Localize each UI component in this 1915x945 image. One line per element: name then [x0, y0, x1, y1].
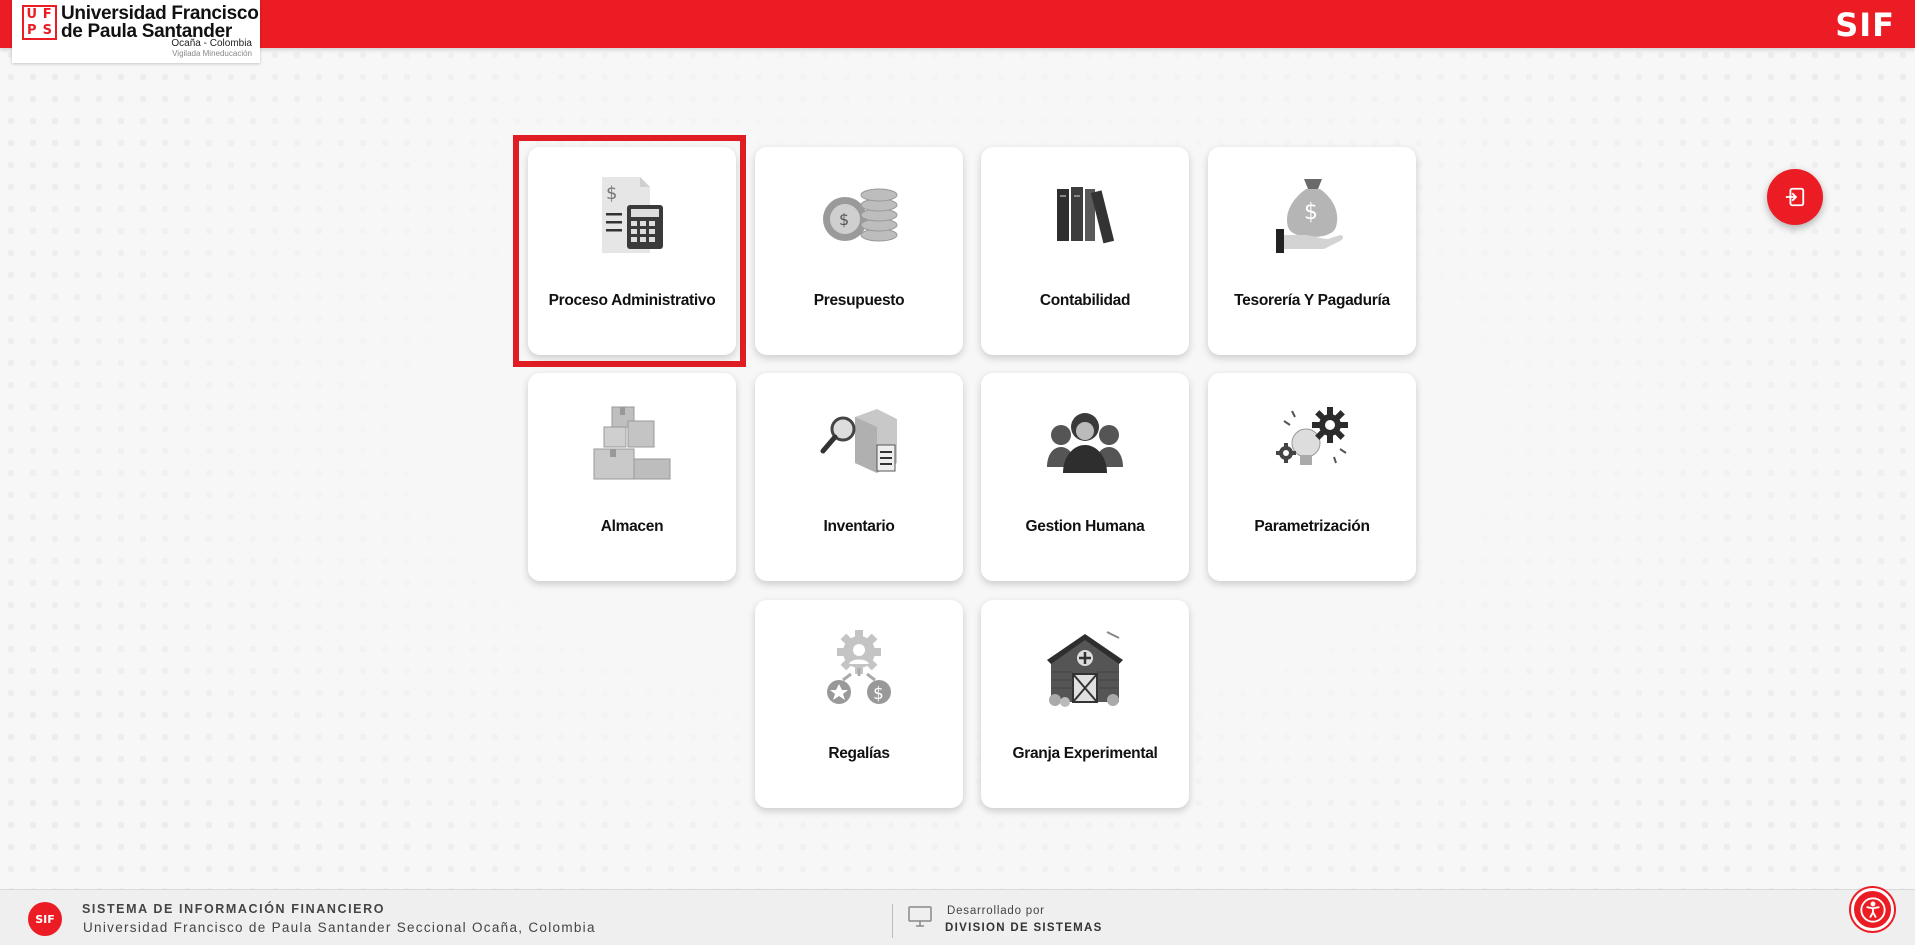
module-card-parametrizacion[interactable]: Parametrización: [1208, 373, 1416, 581]
calculator-document-icon: $: [602, 177, 663, 253]
university-logo[interactable]: U F P S Universidad Francisco de Paula S…: [12, 0, 260, 63]
module-card-contabilidad[interactable]: Contabilidad: [981, 147, 1189, 355]
module-label: Contabilidad: [1039, 292, 1131, 309]
monitor-icon: [908, 906, 932, 927]
module-card-gestion-humana[interactable]: Gestion Humana: [981, 373, 1189, 581]
footer-sif-logo: SIF: [28, 902, 62, 936]
svg-text:$: $: [839, 210, 849, 229]
module-card-almacen[interactable]: Almacen: [528, 373, 736, 581]
svg-text:$: $: [873, 684, 884, 704]
module-label: Tesorería Y Pagaduría: [1234, 292, 1390, 309]
ufps-logo-mark: U F P S: [22, 5, 57, 40]
gears-bulb-icon: [1276, 407, 1348, 465]
module-card-granja-experimental[interactable]: Granja Experimental: [981, 600, 1189, 808]
accessibility-button[interactable]: [1851, 888, 1894, 931]
module-label: Inventario: [823, 518, 895, 535]
top-bar: SIF: [0, 0, 1915, 48]
svg-text:$: $: [1304, 200, 1318, 225]
people-group-icon: [1047, 413, 1123, 473]
module-label: Granja Experimental: [1012, 745, 1158, 762]
books-icon: [1057, 187, 1115, 244]
inventory-search-icon: [820, 409, 897, 473]
module-label: Almacen: [600, 518, 664, 535]
module-label: Presupuesto: [813, 292, 905, 309]
logout-button[interactable]: [1767, 169, 1823, 225]
module-card-regalias[interactable]: $ Regalías: [755, 600, 963, 808]
footer-developed-by: Desarrollado por: [947, 905, 1045, 917]
logo-location: Ocaña - Colombia: [171, 38, 252, 49]
boxes-icon: [593, 406, 671, 480]
logout-icon: [1785, 187, 1805, 207]
footer-title: SISTEMA DE INFORMACIÓN FINANCIERO: [82, 902, 386, 916]
accessibility-icon: [1859, 896, 1886, 923]
footer: SIF SISTEMA DE INFORMACIÓN FINANCIERO Un…: [0, 889, 1915, 945]
module-label: Gestion Humana: [1025, 518, 1145, 535]
footer-divider: [892, 904, 893, 938]
logo-vigilada: Vigilada Mineducación: [172, 49, 252, 58]
gear-coin-icon: $: [827, 630, 891, 704]
app-brand: SIF: [1835, 6, 1895, 44]
module-label: Regalías: [828, 745, 890, 762]
money-bag-hand-icon: $: [1276, 179, 1343, 253]
footer-developer: DIVISION DE SISTEMAS: [945, 922, 1103, 934]
coins-icon: $: [823, 188, 898, 242]
module-card-proceso-administrativo[interactable]: $ Proceso Administrativo: [528, 147, 736, 355]
module-card-presupuesto[interactable]: $ Presupuesto: [755, 147, 963, 355]
footer-subtitle: Universidad Francisco de Paula Santander…: [83, 920, 596, 935]
module-card-inventario[interactable]: Inventario: [755, 373, 963, 581]
svg-text:$: $: [606, 183, 617, 204]
module-card-tesoreria-pagaduria[interactable]: $ Tesorería Y Pagaduría: [1208, 147, 1416, 355]
module-label: Proceso Administrativo: [548, 292, 716, 309]
barn-icon: [1047, 631, 1123, 707]
module-label: Parametrización: [1254, 518, 1370, 535]
